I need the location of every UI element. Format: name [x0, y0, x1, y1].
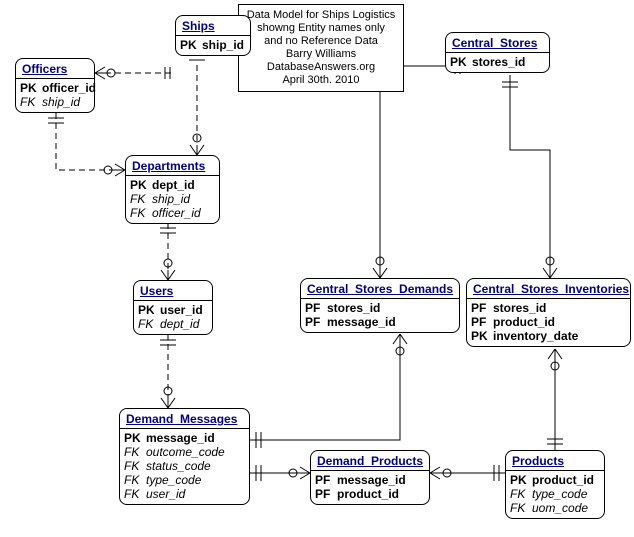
column-name: product_id [493, 315, 555, 329]
column-key-type: PF [315, 487, 337, 501]
entity-column: FKdept_id [138, 317, 208, 331]
column-key-type: PF [471, 301, 493, 315]
column-name: officer_id [42, 81, 96, 95]
column-name: stores_id [493, 301, 546, 315]
column-name: product_id [532, 473, 594, 487]
column-key-type: FK [510, 501, 532, 515]
diagram-note: Data Model for Ships Logistics showng En… [238, 4, 404, 92]
entity-column: PKstores_id [450, 55, 545, 69]
column-key-type: FK [124, 445, 146, 459]
entity-ships: Ships PKship_id [175, 15, 251, 56]
column-name: message_id [327, 315, 396, 329]
column-name: dept_id [160, 317, 199, 331]
entity-column: PFproduct_id [471, 315, 626, 329]
column-name: ship_id [202, 38, 244, 52]
column-key-type: PK [124, 431, 146, 445]
entity-column: FKuser_id [124, 487, 245, 501]
entity-column: FKstatus_code [124, 459, 245, 473]
entity-title: Central_Stores_Demands [301, 279, 459, 299]
entity-title: Users [134, 281, 212, 301]
entity-column: PFmessage_id [315, 473, 425, 487]
entity-title: Demand_Messages [120, 409, 249, 429]
entity-column: FKtype_code [510, 487, 600, 501]
entity-demand-messages: Demand_Messages PKmessage_idFKoutcome_co… [119, 408, 250, 505]
column-key-type: FK [138, 317, 160, 331]
note-line: and no Reference Data [245, 35, 397, 48]
note-line: Barry Williams [245, 48, 397, 61]
entity-departments: Departments PKdept_idFKship_idFKofficer_… [125, 155, 220, 224]
entity-column: FKuom_code [510, 501, 600, 515]
note-line: April 30th. 2010 [245, 74, 397, 87]
entity-title: Central_Stores [446, 33, 549, 53]
entity-column: FKoutcome_code [124, 445, 245, 459]
entity-column: PKproduct_id [510, 473, 600, 487]
column-name: uom_code [532, 501, 588, 515]
column-name: message_id [146, 431, 215, 445]
column-name: inventory_date [493, 329, 578, 343]
note-line: showng Entity names only [245, 22, 397, 35]
entity-column: PFmessage_id [305, 315, 455, 329]
column-name: type_code [532, 487, 587, 501]
column-key-type: FK [124, 487, 146, 501]
entity-title: Demand_Products [311, 451, 429, 471]
column-key-type: PK [138, 303, 160, 317]
column-name: stores_id [327, 301, 380, 315]
column-name: outcome_code [146, 445, 225, 459]
column-key-type: PK [510, 473, 532, 487]
column-name: ship_id [152, 192, 190, 206]
column-key-type: PK [471, 329, 493, 343]
column-key-type: FK [130, 206, 152, 220]
column-key-type: FK [20, 95, 42, 109]
column-name: user_id [146, 487, 185, 501]
entity-column: FKship_id [20, 95, 90, 109]
column-key-type: FK [510, 487, 532, 501]
entity-column: PKdept_id [130, 178, 215, 192]
entity-title: Officers [16, 59, 94, 79]
entity-title: Central_Stores_Inventories [467, 279, 630, 299]
entity-column: FKtype_code [124, 473, 245, 487]
column-name: dept_id [152, 178, 195, 192]
entity-title: Departments [126, 156, 219, 176]
entity-column: PKmessage_id [124, 431, 245, 445]
entity-title: Products [506, 451, 604, 471]
entity-central-stores-demands: Central_Stores_Demands PFstores_idPFmess… [300, 278, 460, 333]
column-key-type: PK [130, 178, 152, 192]
column-key-type: PK [180, 38, 202, 52]
column-key-type: PF [471, 315, 493, 329]
note-line: Data Model for Ships Logistics [245, 9, 397, 22]
entity-products: Products PKproduct_idFKtype_codeFKuom_co… [505, 450, 605, 519]
entity-central-stores: Central_Stores PKstores_id [445, 32, 550, 73]
column-name: type_code [146, 473, 201, 487]
column-name: officer_id [152, 206, 201, 220]
column-name: message_id [337, 473, 406, 487]
column-name: ship_id [42, 95, 80, 109]
column-key-type: PK [450, 55, 472, 69]
entity-column: FKofficer_id [130, 206, 215, 220]
column-name: user_id [160, 303, 203, 317]
column-key-type: PF [315, 473, 337, 487]
entity-column: PFstores_id [471, 301, 626, 315]
column-key-type: PF [305, 301, 327, 315]
entity-demand-products: Demand_Products PFmessage_idPFproduct_id [310, 450, 430, 505]
entity-column: PKofficer_id [20, 81, 90, 95]
column-name: stores_id [472, 55, 525, 69]
column-name: status_code [146, 459, 211, 473]
entity-title: Ships [176, 16, 250, 36]
entity-column: PKship_id [180, 38, 246, 52]
entity-central-stores-inventories: Central_Stores_Inventories PFstores_idPF… [466, 278, 631, 347]
note-line: DatabaseAnswers.org [245, 61, 397, 74]
column-key-type: PF [305, 315, 327, 329]
entity-column: PKuser_id [138, 303, 208, 317]
column-key-type: FK [124, 473, 146, 487]
entity-column: PFstores_id [305, 301, 455, 315]
entity-officers: Officers PKofficer_idFKship_id [15, 58, 95, 113]
column-name: product_id [337, 487, 399, 501]
entity-users: Users PKuser_idFKdept_id [133, 280, 213, 335]
column-key-type: FK [124, 459, 146, 473]
entity-column: PKinventory_date [471, 329, 626, 343]
column-key-type: PK [20, 81, 42, 95]
entity-column: PFproduct_id [315, 487, 425, 501]
column-key-type: FK [130, 192, 152, 206]
entity-column: FKship_id [130, 192, 215, 206]
